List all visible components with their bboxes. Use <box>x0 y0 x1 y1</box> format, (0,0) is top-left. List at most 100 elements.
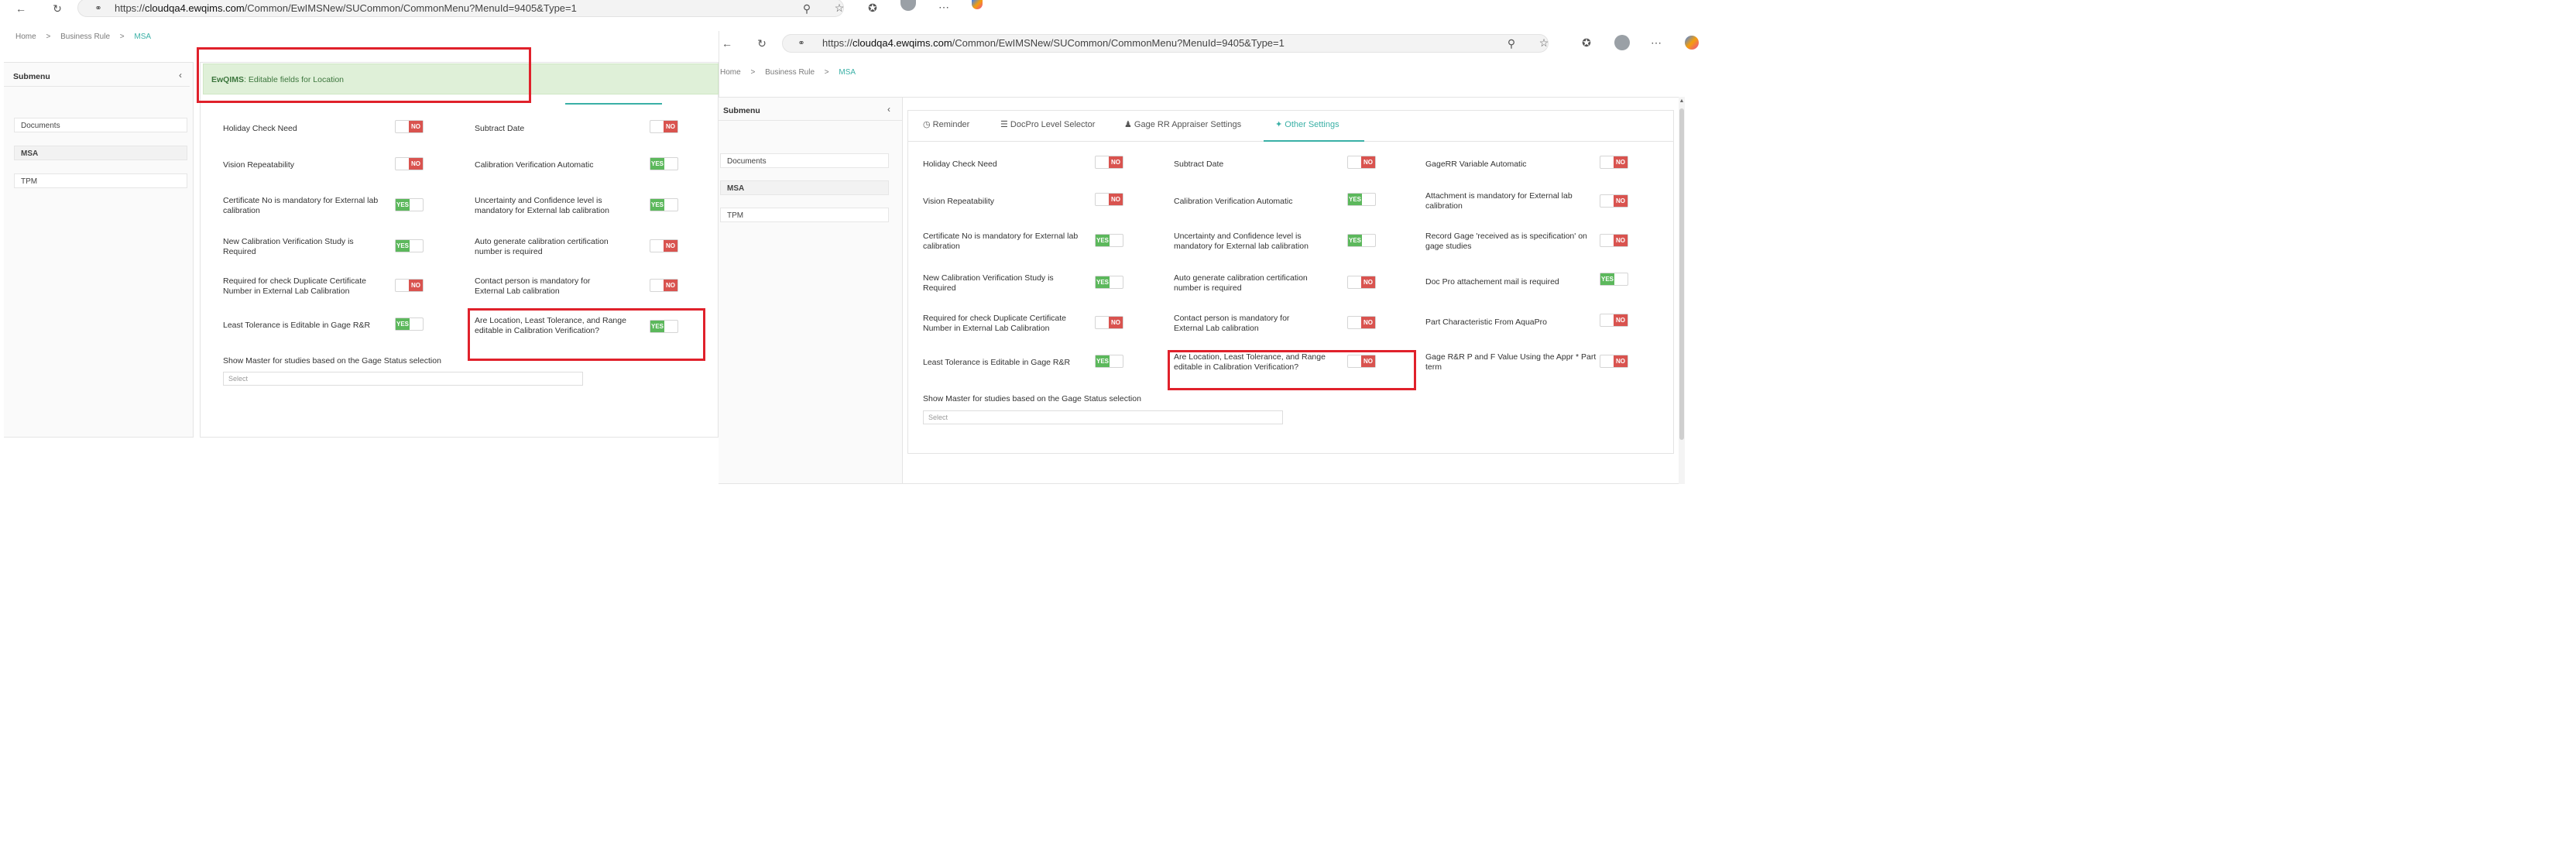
toggle-least-tolerance[interactable]: YES <box>1095 355 1123 368</box>
favorites-icon[interactable]: ✪ <box>866 2 880 14</box>
setting-label: Holiday Check Need <box>223 124 297 133</box>
setting-label: Calibration Verification Automatic <box>1174 197 1293 206</box>
toggle-gage-rr-p-f[interactable]: NO <box>1600 355 1628 368</box>
breadcrumb-business-rule[interactable]: Business Rule <box>765 68 815 77</box>
setting-label: Auto generate calibration certification … <box>475 237 609 256</box>
toggle-uncertainty-mandatory[interactable]: YES <box>1347 234 1376 247</box>
tab-reminder[interactable]: ◷ Reminder <box>923 119 969 130</box>
tab-underline <box>565 103 662 105</box>
zoom-icon[interactable]: ⚲ <box>1504 37 1518 50</box>
setting-label: Doc Pro attachement mail is required <box>1425 277 1559 287</box>
more-menu-icon[interactable]: ⋯ <box>1649 36 1663 49</box>
toggle-attachment-mandatory[interactable]: NO <box>1600 194 1628 208</box>
toggle-calibration-automatic[interactable]: YES <box>650 157 678 170</box>
toggle-calibration-automatic[interactable]: YES <box>1347 193 1376 206</box>
toggle-vision-repeatability[interactable]: NO <box>1095 193 1123 206</box>
site-info-icon[interactable]: ⚭ <box>794 37 808 50</box>
setting-label: Uncertainty and Confidence level is mand… <box>1174 232 1309 251</box>
toggle-new-calibration-study[interactable]: YES <box>1095 276 1123 289</box>
setting-label: Contact person is mandatory for External… <box>475 276 591 296</box>
toggle-uncertainty-mandatory[interactable]: YES <box>650 198 678 211</box>
toggle-gagerr-variable[interactable]: NO <box>1600 156 1628 169</box>
gage-status-select[interactable]: Select <box>223 372 583 386</box>
favorite-star-icon[interactable]: ☆ <box>1537 36 1551 49</box>
zoom-icon[interactable]: ⚲ <box>800 2 814 15</box>
setting-label: Calibration Verification Automatic <box>475 160 594 170</box>
submenu-title: Submenu <box>13 72 50 81</box>
setting-label: Uncertainty and Confidence level is mand… <box>475 196 609 215</box>
setting-label: Subtract Date <box>1174 160 1224 169</box>
scroll-up-arrow[interactable]: ▲ <box>1679 98 1685 105</box>
favorite-star-icon[interactable]: ☆ <box>832 2 846 14</box>
toggle-contact-person[interactable]: NO <box>1347 316 1376 329</box>
scrollbar-thumb[interactable] <box>1679 108 1684 440</box>
sidebar-item-documents[interactable]: Documents <box>720 153 889 168</box>
copilot-icon[interactable] <box>1685 36 1699 50</box>
toggle-holiday-check[interactable]: NO <box>395 120 424 133</box>
toggle-certificate-mandatory[interactable]: YES <box>1095 234 1123 247</box>
hierarchy-icon: ☰ <box>1000 120 1010 129</box>
setting-label: Subtract Date <box>475 124 525 133</box>
favorites-icon[interactable]: ✪ <box>1580 36 1593 49</box>
breadcrumb-msa: MSA <box>839 68 856 77</box>
setting-label: Auto generate calibration certification … <box>1174 273 1308 293</box>
toggle-record-gage-received[interactable]: NO <box>1600 234 1628 247</box>
toggle-new-calibration-study[interactable]: YES <box>395 239 424 252</box>
sidebar-item-tpm[interactable]: TPM <box>720 208 889 222</box>
toggle-auto-generate-certificate[interactable]: NO <box>650 239 678 252</box>
setting-label: Attachment is mandatory for External lab… <box>1425 191 1573 211</box>
toggle-least-tolerance[interactable]: YES <box>395 318 424 331</box>
breadcrumb-business-rule[interactable]: Business Rule <box>60 33 110 41</box>
setting-label: Part Characteristic From AquaPro <box>1425 318 1547 327</box>
more-menu-icon[interactable]: ⋯ <box>937 1 951 13</box>
setting-label: Least Tolerance is Editable in Gage R&R <box>223 321 371 330</box>
setting-label: Required for check Duplicate Certificate… <box>923 314 1067 333</box>
sidebar-item-documents[interactable]: Documents <box>14 118 187 132</box>
highlight-box-location <box>1168 350 1416 390</box>
toggle-part-characteristic[interactable]: NO <box>1600 314 1628 327</box>
tools-icon: ✦ <box>1275 120 1285 129</box>
site-info-icon[interactable]: ⚭ <box>91 2 105 15</box>
highlight-box-toast <box>197 47 531 103</box>
tab-gage-rr-appraiser[interactable]: ♟ Gage RR Appraiser Settings <box>1124 119 1241 130</box>
breadcrumb-home[interactable]: Home <box>15 33 36 41</box>
tab-other-settings[interactable]: ✦ Other Settings <box>1275 119 1339 130</box>
toggle-docpro-mail[interactable]: YES <box>1600 273 1628 286</box>
toggle-contact-person[interactable]: NO <box>650 279 678 292</box>
setting-label: New Calibration Verification Study is Re… <box>223 237 354 256</box>
toggle-duplicate-certificate[interactable]: NO <box>395 279 424 292</box>
toggle-subtract-date[interactable]: NO <box>650 120 678 133</box>
toggle-holiday-check[interactable]: NO <box>1095 156 1123 169</box>
breadcrumb: Home > Business Rule > MSA <box>720 68 856 77</box>
profile-avatar[interactable] <box>1614 35 1630 50</box>
toggle-certificate-mandatory[interactable]: YES <box>395 198 424 211</box>
copilot-icon[interactable] <box>972 0 983 9</box>
setting-label: Record Gage 'received as is specificatio… <box>1425 232 1587 251</box>
toggle-vision-repeatability[interactable]: NO <box>395 157 424 170</box>
back-arrow-icon[interactable]: ← <box>720 37 734 50</box>
setting-label: Holiday Check Need <box>923 160 997 169</box>
highlight-box-location <box>468 308 705 361</box>
address-text[interactable]: https://cloudqa4.ewqims.com/Common/EwIMS… <box>115 2 577 14</box>
reload-icon[interactable]: ↻ <box>50 2 64 15</box>
profile-avatar[interactable] <box>900 0 916 11</box>
collapse-chevron-icon[interactable]: ‹ <box>887 104 890 115</box>
tab-docpro-level-selector[interactable]: ☰ DocPro Level Selector <box>1000 119 1095 130</box>
address-text[interactable]: https://cloudqa4.ewqims.com/Common/EwIMS… <box>822 37 1285 49</box>
reload-icon[interactable]: ↻ <box>755 37 769 50</box>
collapse-chevron-icon[interactable]: ‹ <box>179 70 182 81</box>
setting-label: GageRR Variable Automatic <box>1425 160 1527 169</box>
toggle-duplicate-certificate[interactable]: NO <box>1095 316 1123 329</box>
toggle-subtract-date[interactable]: NO <box>1347 156 1376 169</box>
submenu-header: Submenu ‹ <box>4 67 190 87</box>
breadcrumb-home[interactable]: Home <box>720 68 741 77</box>
toggle-auto-generate-certificate[interactable]: NO <box>1347 276 1376 289</box>
submenu-title: Submenu <box>723 106 760 115</box>
sidebar-item-tpm[interactable]: TPM <box>14 173 187 188</box>
gage-status-select[interactable]: Select <box>923 410 1283 424</box>
setting-label: Certificate No is mandatory for External… <box>223 196 379 215</box>
sidebar-item-msa[interactable]: MSA <box>720 180 889 195</box>
sidebar-item-msa[interactable]: MSA <box>14 146 187 160</box>
breadcrumb-msa: MSA <box>134 33 152 41</box>
back-arrow-icon[interactable]: ← <box>14 2 28 15</box>
